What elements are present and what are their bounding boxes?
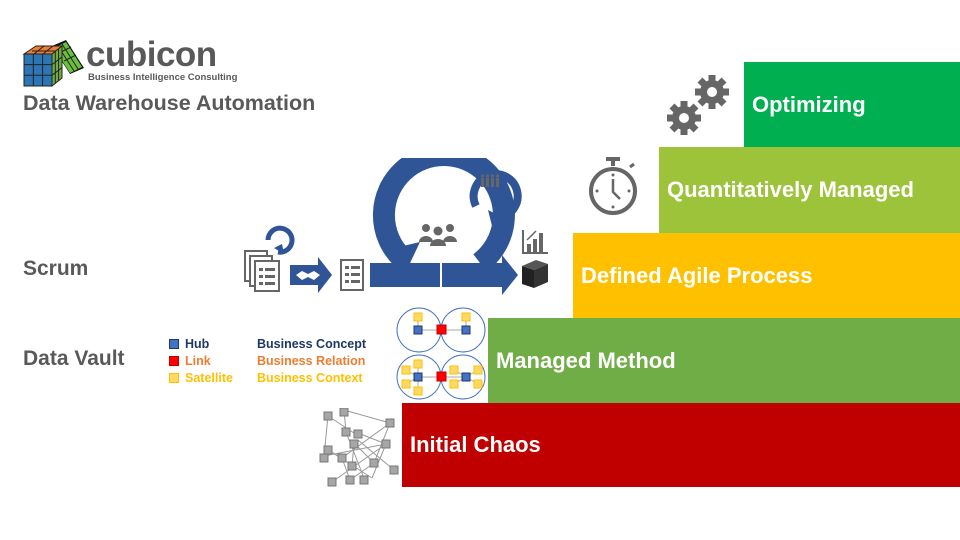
link-swatch-icon xyxy=(169,356,179,366)
step-label: Optimizing xyxy=(752,91,866,117)
legend-meaning: Business Relation xyxy=(257,354,366,368)
legend-key: Hub xyxy=(185,337,210,351)
legend-link: Link Business Relation xyxy=(169,353,365,369)
page-title: Data Warehouse Automation xyxy=(23,91,316,115)
step-quantitatively-managed: Quantitatively Managed xyxy=(659,147,960,233)
sprint-backlog-icon xyxy=(340,259,364,291)
step-optimizing: Optimizing xyxy=(744,62,960,147)
hub-swatch-icon xyxy=(169,339,179,349)
gears-icon xyxy=(667,75,729,135)
brand-tagline: Business Intelligence Consulting xyxy=(88,72,238,83)
data-vault-model-icon xyxy=(396,307,486,400)
team-icon xyxy=(419,224,457,246)
step-label: Managed Method xyxy=(496,347,676,373)
bar-chart-icon xyxy=(522,230,548,254)
chaos-network-icon xyxy=(319,408,399,487)
brand-name: cubicon xyxy=(86,35,217,74)
rubiks-cube-icon xyxy=(22,40,84,88)
satellite-swatch-icon xyxy=(169,373,179,383)
handshake-arrow-icon xyxy=(290,257,332,293)
stopwatch-icon xyxy=(589,157,637,215)
product-increment-cube-icon xyxy=(522,260,548,288)
legend-meaning: Business Concept xyxy=(257,337,367,351)
legend-key: Link xyxy=(185,354,211,368)
legend-hub: Hub Business Concept xyxy=(169,336,366,352)
legend-meaning: Business Context xyxy=(257,371,363,385)
step-initial-chaos: Initial Chaos xyxy=(402,403,960,487)
step-label: Initial Chaos xyxy=(410,432,541,457)
step-managed-method: Managed Method xyxy=(488,318,960,403)
legend-key: Satellite xyxy=(185,371,233,385)
step-label: Quantitatively Managed xyxy=(667,177,914,202)
data-vault-label: Data Vault xyxy=(23,347,125,370)
step-label: Defined Agile Process xyxy=(581,262,813,288)
scrum-label: Scrum xyxy=(23,257,89,280)
step-defined-agile-process: Defined Agile Process xyxy=(573,233,960,318)
scrum-cycle-icon xyxy=(244,158,548,295)
legend-satellite: Satellite Business Context xyxy=(169,370,363,386)
